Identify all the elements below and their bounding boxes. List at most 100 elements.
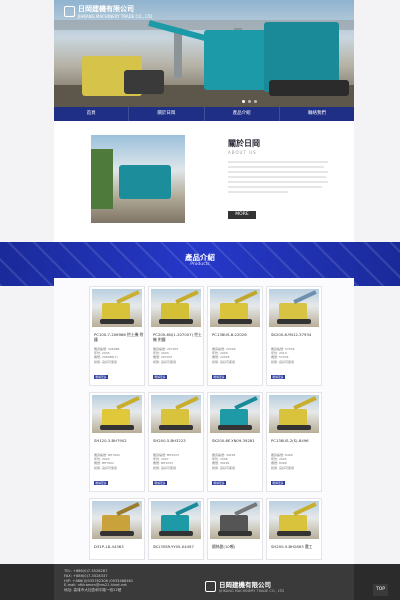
carousel-dots	[242, 100, 257, 103]
product-name[interactable]: SH200-5-BH3223	[153, 438, 203, 443]
product-card[interactable]: PC100-7-206986 挖土機 附鐵 機身編號: 206986 年份: 200…	[89, 286, 145, 386]
product-name[interactable]: SK200-8-YN12-57934	[271, 332, 321, 337]
product-image[interactable]	[151, 289, 201, 327]
about-more-button[interactable]: MORE	[228, 211, 256, 219]
about-text-line	[228, 166, 324, 168]
main-nav: 首頁 關於日岡 產品介紹 聯絡我們	[54, 107, 354, 121]
product-details-button[interactable]: 瞭解更多	[94, 375, 108, 379]
product-name[interactable]: SH200-5-BH2863 農工	[271, 544, 321, 549]
product-image-boom	[175, 396, 199, 410]
product-name[interactable]: SH120-3-BH7902	[94, 438, 144, 443]
product-details-button[interactable]: 瞭解更多	[212, 481, 226, 485]
product-details-button[interactable]: 瞭解更多	[94, 481, 108, 485]
nav-item-contact[interactable]: 聯絡我們	[280, 107, 354, 121]
product-details-button[interactable]: 瞭解更多	[212, 375, 226, 379]
product-image[interactable]	[210, 501, 260, 539]
product-image[interactable]	[269, 395, 319, 433]
product-image[interactable]	[210, 395, 260, 433]
nav-item-about[interactable]: 關於日岡	[129, 107, 205, 121]
product-card[interactable]: D31P-18-44363	[89, 498, 145, 560]
product-image-boom	[175, 502, 199, 516]
product-card[interactable]: SK135SR-YY05-04497	[148, 498, 204, 560]
product-name[interactable]: D31P-18-44363	[94, 544, 144, 549]
product-image[interactable]	[151, 395, 201, 433]
product-card[interactable]: SH120-3-BH7902 機身編號: BH7902 年份: 2004 機號: BH…	[89, 392, 145, 492]
product-spec: 狀態: 良好可使用	[212, 359, 235, 364]
product-image[interactable]	[210, 289, 260, 327]
product-spec: 狀態: 良好可使用	[94, 465, 117, 470]
product-image-track	[218, 531, 252, 536]
product-image[interactable]	[92, 501, 142, 539]
product-card[interactable]: PC138US-8-22026 機身編號: 22026 年份: 2009 機號: 22…	[207, 286, 263, 386]
product-image-track	[277, 425, 311, 430]
about-section: 關於日岡 ABOUT US MORE	[54, 121, 354, 242]
footer-logo-mark-icon	[205, 580, 216, 592]
carousel-dot[interactable]	[242, 100, 245, 103]
product-card[interactable]: SK200-6E-YN09-39281 機身編號: 39281 年份: 2006 機號…	[207, 392, 263, 492]
carousel-dot[interactable]	[254, 100, 257, 103]
about-title: 關於日岡	[228, 139, 260, 148]
nav-item-home[interactable]: 首頁	[54, 107, 130, 121]
product-image[interactable]	[92, 289, 142, 327]
back-to-top-button[interactable]: TOP	[373, 584, 388, 596]
about-text-line	[228, 181, 328, 183]
site-logo[interactable]: 日岡建機有限公司 JIHKANG MACHINERY TRADE CO., LT…	[64, 4, 152, 19]
hero-pillar	[174, 28, 182, 78]
product-image-boom	[293, 396, 317, 410]
product-image[interactable]	[269, 501, 319, 539]
hero-excavator-yellow-track	[124, 70, 164, 94]
product-spec: 狀態: 良好可使用	[153, 359, 176, 364]
product-name[interactable]: PC200-6N(1-207007) 挖土機 附鐵	[153, 332, 203, 342]
product-name[interactable]: PC138US-8-22026	[212, 332, 262, 337]
product-image-track	[218, 425, 252, 430]
about-title-en: ABOUT US	[228, 150, 257, 155]
footer: TEL: +886(0)7-3528287 FAX: +886(0)7-3528…	[0, 564, 400, 600]
product-name[interactable]: SK200-6E-YN09-39281	[212, 438, 262, 443]
logo-mark-icon	[64, 6, 75, 17]
product-image-boom	[116, 502, 140, 516]
product-image-boom	[116, 290, 140, 304]
product-image-track	[277, 319, 311, 324]
product-details-button[interactable]: 瞭解更多	[271, 375, 285, 379]
product-card[interactable]: SH200-5-BH3223 機身編號: BH3223 年份: 2007 機號: BH…	[148, 392, 204, 492]
product-image-boom	[293, 502, 317, 516]
product-image[interactable]	[269, 289, 319, 327]
product-image[interactable]	[151, 501, 201, 539]
product-spec: 狀態: 良好可使用	[94, 359, 117, 364]
products-title-en: Products	[190, 262, 210, 267]
product-spec: 狀態: 良好可使用	[212, 465, 235, 470]
product-name[interactable]: PC138US-2(S)-8496	[271, 438, 321, 443]
product-card[interactable]: 鋼絲鉗(10噸)	[207, 498, 263, 560]
product-name[interactable]: PC100-7-206986 挖土機 附鐵	[94, 332, 144, 342]
product-card[interactable]: PC200-6N(1-207007) 挖土機 附鐵 機身編號: 207007 年份:…	[148, 286, 204, 386]
product-details-button[interactable]: 瞭解更多	[271, 481, 285, 485]
product-image-boom	[234, 290, 258, 304]
footer-company-name: 日岡建機有限公司	[219, 581, 271, 589]
products-grid: PC100-7-206986 挖土機 附鐵 機身編號: 206986 年份: 200…	[54, 278, 354, 564]
product-image-boom	[234, 502, 258, 516]
hero-banner: 日岡建機有限公司 JIHKANG MACHINERY TRADE CO., LT…	[54, 0, 354, 107]
about-photo-tree	[91, 149, 113, 209]
nav-item-products[interactable]: 產品介紹	[205, 107, 280, 121]
product-card[interactable]: SK200-8-YN12-57934 機身編號: 57934 年份: 2010 機號:…	[266, 286, 322, 386]
about-text-line	[228, 161, 328, 163]
page: 日岡建機有限公司 JIHKANG MACHINERY TRADE CO., LT…	[0, 0, 400, 600]
about-photo	[91, 135, 185, 223]
carousel-dot[interactable]	[248, 100, 251, 103]
footer-company-name-en: JIHKANG MACHINERY TRADE CO., LTD	[219, 589, 285, 593]
product-name[interactable]: 鋼絲鉗(10噸)	[212, 544, 262, 549]
product-card[interactable]: PC138US-2(S)-8496 機身編號: 8496 年份: 2003 機號: 8…	[266, 392, 322, 492]
product-details-button[interactable]: 瞭解更多	[153, 375, 167, 379]
product-image-boom	[234, 396, 258, 410]
product-image[interactable]	[92, 395, 142, 433]
product-details-button[interactable]: 瞭解更多	[153, 481, 167, 485]
footer-address: 地址: 高雄市大社區和平路一段22號	[64, 588, 122, 593]
footer-logo[interactable]: 日岡建機有限公司 JIHKANG MACHINERY TRADE CO., LT…	[205, 579, 284, 593]
footer-contact: TEL: +886(0)7-3528287 FAX: +886(0)7-3528…	[64, 569, 133, 593]
about-text-line	[228, 171, 328, 173]
product-name[interactable]: SK135SR-YY05-04497	[153, 544, 203, 549]
product-image-track	[159, 531, 193, 536]
product-image-boom	[116, 396, 140, 410]
product-spec: 狀態: 良好可使用	[153, 465, 176, 470]
product-card[interactable]: SH200-5-BH2863 農工	[266, 498, 322, 560]
